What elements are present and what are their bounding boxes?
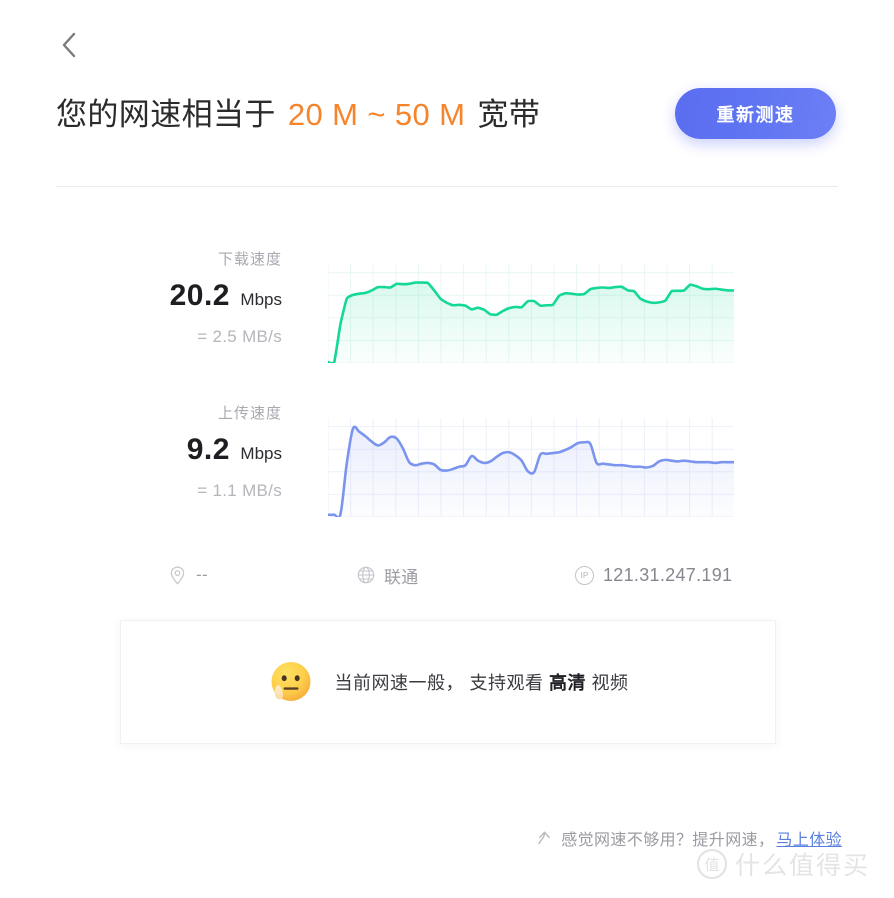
ip-value: 121.31.247.191 [603,564,733,585]
download-speed-meta: 下载速度 20.2 Mbps = 2.5 MB/s [100,250,282,348]
page-title-highlight: 20 M ~ 50 M [287,97,466,132]
info-item-isp: 联通 [356,558,419,592]
back-button[interactable] [52,28,86,62]
watermark-badge: 值 [696,849,727,879]
speed-verdict-card: 当前网速一般， 支持观看 高清 视频 [120,620,776,744]
verdict-text-before: 当前网速一般， 支持观看 [334,673,544,693]
speed-up-arrow-icon [535,829,553,847]
isp-value: 联通 [384,567,419,587]
location-pin-icon [168,565,187,585]
upload-speed-meta: 上传速度 9.2 Mbps = 1.1 MB/s [100,404,282,502]
speed-verdict-text: 当前网速一般， 支持观看 高清 视频 [334,669,628,695]
info-item-ip: IP 121.31.247.191 [575,558,732,592]
page-title-prefix: 您的网速相当于 [56,97,276,132]
speed-verdict-inner: 当前网速一般， 支持观看 高清 视频 [267,659,628,706]
upload-speed-value-line: 9.2 Mbps [100,433,282,472]
upload-speed-chart [328,418,734,518]
upload-speed-unit: Mbps [240,444,282,463]
upload-speed-value: 9.2 [186,433,230,466]
download-speed-label: 下载速度 [217,251,282,268]
verdict-emphasis: 高清 [549,673,586,693]
page-title-suffix: 宽带 [477,97,541,132]
ip-badge-icon: IP [575,565,594,585]
chevron-left-icon [61,32,77,58]
page-title: 您的网速相当于 20 M ~ 50 M 宽带 [56,84,540,146]
download-speed-chart [328,264,734,364]
upload-speed-converted: = 1.1 MB/s [197,481,282,500]
connection-info-row: -- 联通 IP 121.31.247.191 [0,558,894,592]
globe-icon [356,566,375,585]
download-speed-value-line: 20.2 Mbps [100,279,282,318]
retest-button[interactable]: 重新测速 [675,88,836,139]
header-divider [56,186,838,187]
download-speed-unit: Mbps [240,290,282,309]
location-value: -- [196,565,208,584]
upload-speed-label: 上传速度 [217,405,282,422]
watermark-text: 什么值得买 [734,852,870,880]
verdict-text-after: 视频 [591,673,629,693]
download-speed-converted: = 2.5 MB/s [197,327,282,346]
watermark: 值 什么值得买 [696,846,870,882]
ip-badge-label: IP [575,565,594,585]
download-speed-value: 20.2 [169,279,230,312]
info-item-location: -- [168,558,208,592]
drooling-face-emoji [267,659,314,706]
